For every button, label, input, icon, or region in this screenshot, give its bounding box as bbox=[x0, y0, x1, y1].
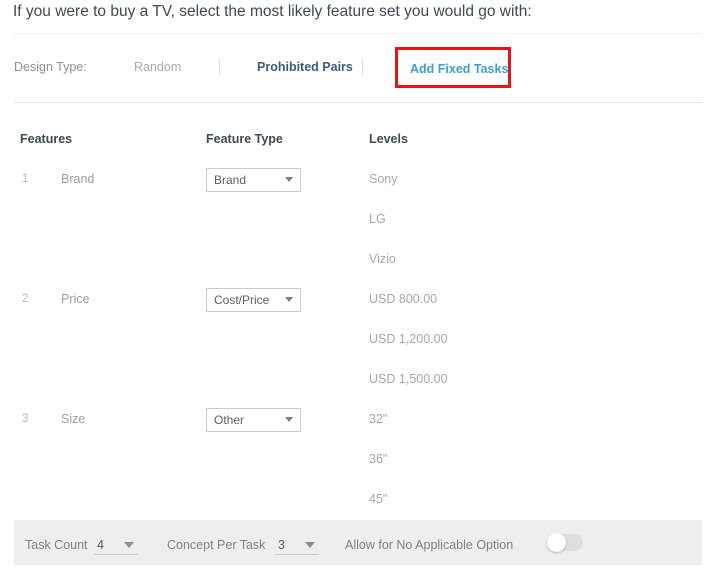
feature-type-select-value: Other bbox=[214, 413, 245, 427]
list-item: 32" bbox=[369, 412, 388, 426]
task-count-value[interactable]: 4 bbox=[97, 538, 104, 552]
feature-type-select-size[interactable]: Other bbox=[206, 408, 301, 432]
list-item: Sony bbox=[369, 172, 398, 186]
list-item: USD 800.00 bbox=[369, 292, 438, 306]
list-item: Vizio bbox=[369, 252, 396, 266]
list-item: 36" bbox=[369, 452, 388, 466]
table-row: 3 bbox=[22, 413, 29, 425]
column-header-levels: Levels bbox=[369, 132, 408, 146]
chevron-down-icon bbox=[285, 177, 293, 182]
list-item: LG bbox=[369, 212, 386, 226]
design-type-label: Design Type: bbox=[14, 60, 87, 74]
concept-per-task-chevron-down-icon[interactable] bbox=[305, 542, 315, 548]
toolbar-separator-2 bbox=[362, 59, 363, 75]
feature-type-select-brand[interactable]: Brand bbox=[206, 168, 301, 192]
feature-name-price: Price bbox=[61, 292, 90, 306]
feature-type-select-value: Brand bbox=[214, 173, 247, 187]
feature-name-size: Size bbox=[61, 412, 86, 426]
add-fixed-tasks-link[interactable]: Add Fixed Tasks bbox=[410, 62, 508, 76]
title-divider bbox=[14, 33, 702, 34]
concept-per-task-value[interactable]: 3 bbox=[278, 538, 285, 552]
toolbar-divider bbox=[14, 102, 702, 103]
feature-type-select-price[interactable]: Cost/Price bbox=[206, 288, 301, 312]
task-count-chevron-down-icon[interactable] bbox=[124, 542, 134, 548]
column-header-feature-type: Feature Type bbox=[206, 132, 283, 146]
allow-no-applicable-label: Allow for No Applicable Option bbox=[345, 538, 514, 552]
toggle-knob bbox=[547, 533, 566, 552]
design-type-toolbar: Design Type: Random Prohibited Pairs Add… bbox=[14, 47, 704, 88]
chevron-down-icon bbox=[285, 297, 293, 302]
toolbar-separator-1 bbox=[219, 59, 220, 75]
table-row: 2 bbox=[22, 293, 29, 305]
concept-per-task-underline bbox=[275, 554, 319, 555]
feature-type-select-value: Cost/Price bbox=[214, 293, 270, 307]
page-title: If you were to buy a TV, select the most… bbox=[13, 3, 532, 20]
add-fixed-tasks-highlight-box: Add Fixed Tasks bbox=[395, 47, 511, 88]
allow-no-applicable-toggle[interactable] bbox=[547, 533, 583, 552]
table-row: 1 bbox=[22, 173, 29, 185]
task-count-label: Task Count bbox=[25, 538, 88, 552]
design-type-value[interactable]: Random bbox=[134, 60, 181, 74]
list-item: 45" bbox=[369, 492, 388, 506]
feature-name-brand: Brand bbox=[61, 172, 95, 186]
chevron-down-icon bbox=[285, 417, 293, 422]
prohibited-pairs-link[interactable]: Prohibited Pairs bbox=[257, 60, 353, 74]
list-item: USD 1,500.00 bbox=[369, 372, 448, 386]
list-item: USD 1,200.00 bbox=[369, 332, 448, 346]
task-count-underline bbox=[94, 554, 138, 555]
column-header-features: Features bbox=[20, 132, 73, 146]
concept-per-task-label: Concept Per Task bbox=[167, 538, 266, 552]
